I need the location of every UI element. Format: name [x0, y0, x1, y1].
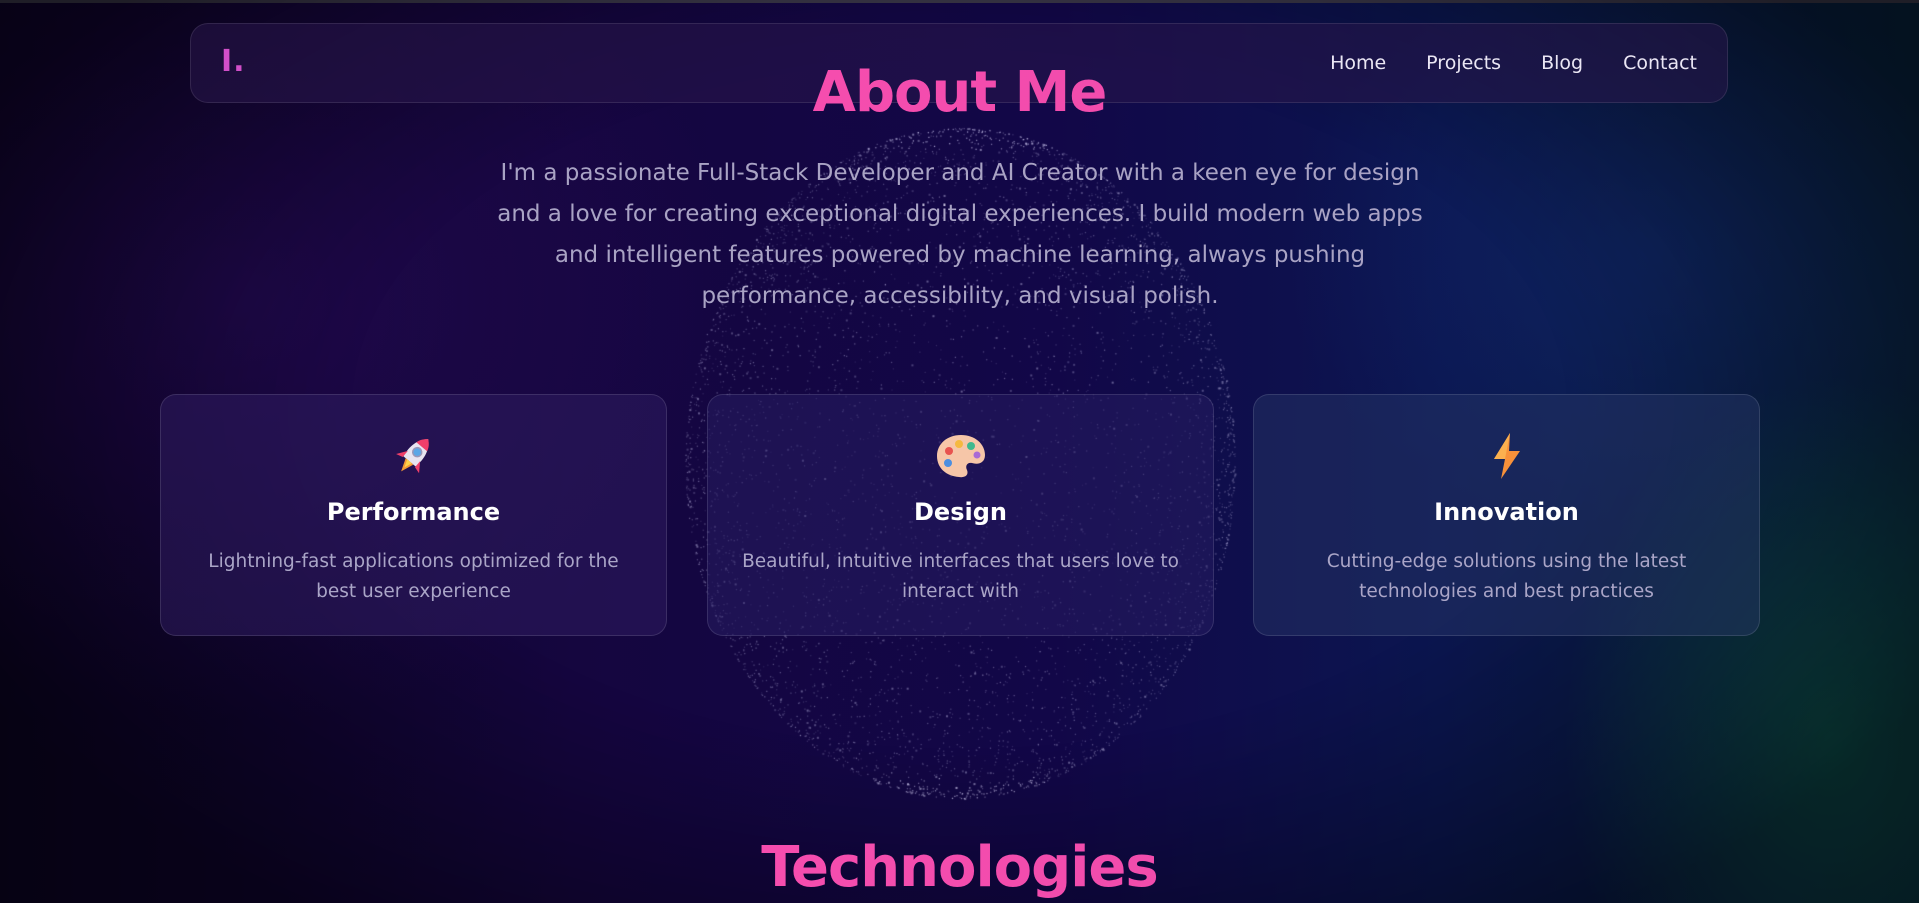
lightning-icon [1254, 431, 1759, 481]
technologies-title: Technologies [0, 835, 1919, 900]
palette-icon [708, 431, 1213, 481]
card-title: Performance [326, 498, 501, 526]
about-description: I'm a passionate Full-Stack Developer an… [497, 160, 1423, 309]
card-title: Innovation [1434, 498, 1579, 526]
card-description: Cutting-edge solutions using the latest … [1326, 551, 1687, 602]
card-design: Design Beautiful, intuitive interfaces t… [707, 394, 1214, 636]
rocket-icon [161, 431, 666, 481]
window-top-border [0, 0, 1919, 3]
card-title: Design [914, 498, 1007, 526]
card-innovation: Innovation Cutting-edge solutions using … [1253, 394, 1760, 636]
card-description: Beautiful, intuitive interfaces that use… [742, 551, 1179, 602]
card-performance: Performance Lightning-fast applications … [160, 394, 667, 636]
about-title: About Me [0, 60, 1919, 125]
card-description: Lightning-fast applications optimized fo… [208, 551, 619, 602]
feature-cards: Performance Lightning-fast applications … [160, 394, 1760, 636]
